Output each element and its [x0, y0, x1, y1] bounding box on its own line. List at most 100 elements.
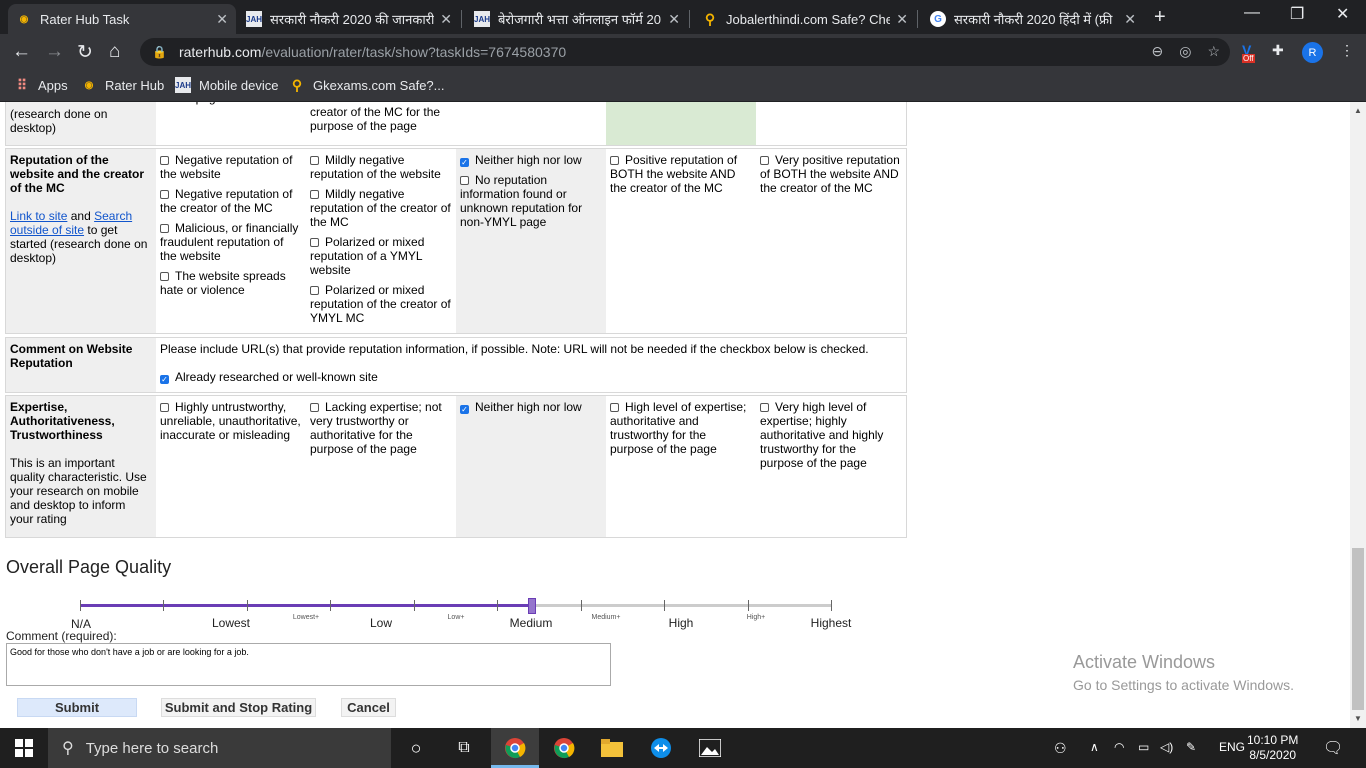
checkbox[interactable]	[310, 190, 319, 199]
cortana-icon[interactable]: ○	[404, 736, 428, 760]
comment-textarea[interactable]: Good for those who don't have a job or a…	[6, 643, 611, 686]
chrome-profile-icon[interactable]	[552, 736, 576, 760]
close-window-button[interactable]: ✕	[1336, 4, 1349, 24]
scroll-down-arrow-icon[interactable]: ▼	[1354, 714, 1362, 723]
menu-kebab-icon[interactable]: ⋮	[1340, 42, 1354, 59]
new-tab-button[interactable]: +	[1154, 6, 1166, 29]
checkbox[interactable]	[310, 238, 319, 247]
file-explorer-icon[interactable]	[600, 736, 624, 760]
reputation-option[interactable]: Mildly negative reputation of the creato…	[310, 187, 452, 229]
reputation-option[interactable]: Negative reputation of the website	[160, 153, 302, 181]
checkbox-checked[interactable]: ✓	[160, 375, 169, 384]
battery-icon[interactable]: ▭	[1138, 740, 1149, 754]
eat-option[interactable]: ✓ Neither high nor low	[460, 400, 602, 414]
eat-option[interactable]: Very high level of expertise; highly aut…	[760, 400, 902, 470]
reputation-option[interactable]: Negative reputation of the creator of th…	[160, 187, 302, 215]
submit-and-stop-button[interactable]: Submit and Stop Rating	[161, 698, 316, 717]
reputation-option[interactable]: No reputation information found or unkno…	[460, 173, 602, 229]
reputation-option[interactable]: Positive reputation of BOTH the website …	[610, 153, 752, 195]
checkbox[interactable]	[160, 224, 169, 233]
already-researched-option[interactable]: ✓ Already researched or well-known site	[160, 370, 902, 384]
checkbox[interactable]	[160, 156, 169, 165]
taskbar-search-box[interactable]: ⚲ Type here to search	[48, 728, 391, 768]
tab-sarkari-naukri[interactable]: JAH सरकारी नौकरी 2020 की जानकारी ✕	[238, 4, 460, 34]
checkbox[interactable]	[160, 403, 169, 412]
bookmark-rater-hub[interactable]: ◉ Rater Hub	[81, 77, 165, 93]
search-icon: ⚲	[62, 740, 74, 757]
checkbox[interactable]	[310, 403, 319, 412]
checkbox[interactable]	[310, 286, 319, 295]
eat-option[interactable]: High level of expertise; authoritative a…	[610, 400, 752, 456]
bookmark-mobile-device[interactable]: JAH Mobile device	[175, 77, 279, 93]
watermark-subtitle: Go to Settings to activate Windows.	[1073, 677, 1294, 693]
bookmark-star-icon[interactable]: ☆	[1207, 43, 1220, 60]
checkbox-checked[interactable]: ✓	[460, 158, 469, 167]
chrome-icon[interactable]	[503, 736, 527, 760]
clock-time: 10:10 PM	[1247, 733, 1299, 747]
checkbox[interactable]	[760, 156, 769, 165]
quality-slider-handle[interactable]	[527, 598, 536, 614]
submit-button[interactable]: Submit	[17, 698, 137, 717]
pen-ink-icon[interactable]: ✎	[1186, 740, 1196, 754]
task-view-icon[interactable]: ⧉	[452, 736, 476, 760]
teamviewer-icon[interactable]	[649, 736, 673, 760]
wifi-icon[interactable]: ◠	[1114, 740, 1124, 754]
reputation-column-mildly-negative: Mildly negative reputation of the websit…	[306, 149, 456, 333]
tab-jobalerthindi[interactable]: ⚲ Jobalerthindi.com Safe? Check ✕	[694, 4, 916, 34]
notifications-icon[interactable]: 🗨	[1323, 738, 1343, 758]
bookmark-apps[interactable]: ⠿ Apps	[14, 77, 68, 93]
tab-google-search[interactable]: G सरकारी नौकरी 2020 हिंदी में (फ्री ✕	[922, 4, 1144, 34]
tab-rater-hub-task[interactable]: ◉ Rater Hub Task ✕	[8, 4, 236, 34]
reputation-option[interactable]: Mildly negative reputation of the websit…	[310, 153, 452, 181]
option-label: Highly untrustworthy, unreliable, unauth…	[160, 400, 301, 442]
reputation-option[interactable]: ✓ Neither high nor low	[460, 153, 602, 167]
address-bar[interactable]: 🔒 raterhub.com/evaluation/rater/task/sho…	[140, 38, 1230, 66]
photos-icon[interactable]	[698, 736, 722, 760]
checkbox[interactable]	[160, 272, 169, 281]
close-icon[interactable]: ✕	[440, 11, 452, 28]
close-icon[interactable]: ✕	[896, 11, 908, 28]
minimize-button[interactable]: —	[1244, 4, 1260, 22]
page-scrollbar[interactable]: ▲ ▼	[1350, 102, 1366, 728]
zoom-icon[interactable]: ⊖	[1151, 43, 1163, 60]
volume-icon[interactable]: ◁)	[1160, 740, 1173, 754]
taskbar-clock[interactable]: 10:10 PM 8/5/2020	[1247, 733, 1298, 763]
reputation-option[interactable]: Polarized or mixed reputation of a YMYL …	[310, 235, 452, 277]
people-icon[interactable]: ⚇	[1054, 740, 1067, 757]
scrollbar-thumb[interactable]	[1352, 548, 1364, 710]
forward-button[interactable]: →	[45, 41, 64, 63]
tracking-icon[interactable]: ◎	[1179, 43, 1191, 60]
checkbox[interactable]	[760, 403, 769, 412]
reputation-option[interactable]: The website spreads hate or violence	[160, 269, 302, 297]
checkbox[interactable]	[310, 156, 319, 165]
bookmark-gkexams[interactable]: ⚲ Gkexams.com Safe?...	[289, 77, 445, 93]
tab-berojgari-bhatta[interactable]: JAH बेरोजगारी भत्ता ऑनलाइन फॉर्म 20 ✕	[466, 4, 688, 34]
language-indicator[interactable]: ENG	[1219, 740, 1245, 754]
restore-button[interactable]: ❐	[1290, 4, 1304, 24]
back-button[interactable]: ←	[12, 41, 31, 63]
eat-option[interactable]: Highly untrustworthy, unreliable, unauth…	[160, 400, 302, 442]
reload-button[interactable]: ↻	[77, 41, 93, 64]
home-button[interactable]: ⌂	[109, 41, 120, 63]
reputation-option[interactable]: Very positive reputation of BOTH the web…	[760, 153, 902, 195]
scroll-up-arrow-icon[interactable]: ▲	[1354, 106, 1362, 115]
checkbox[interactable]	[610, 156, 619, 165]
link-to-site[interactable]: Link to site	[10, 209, 67, 223]
reputation-option[interactable]: Malicious, or financially fraudulent rep…	[160, 221, 302, 263]
close-icon[interactable]: ✕	[216, 11, 228, 28]
eat-option[interactable]: Lacking expertise; not very trustworthy …	[310, 400, 452, 456]
checkbox[interactable]	[460, 176, 469, 185]
extension-v-icon[interactable]: V Off	[1242, 42, 1255, 63]
avatar[interactable]: R	[1302, 42, 1323, 63]
close-icon[interactable]: ✕	[668, 11, 680, 28]
checkbox[interactable]	[160, 190, 169, 199]
close-icon[interactable]: ✕	[1124, 11, 1136, 28]
extensions-puzzle-icon[interactable]: ✚	[1272, 42, 1284, 59]
show-hidden-icons-chevron-icon[interactable]: ∧	[1090, 740, 1099, 754]
checkbox-checked[interactable]: ✓	[460, 405, 469, 414]
windows-start-icon[interactable]	[12, 736, 36, 760]
quality-slider-track[interactable]	[80, 604, 831, 607]
checkbox[interactable]	[610, 403, 619, 412]
reputation-option[interactable]: Polarized or mixed reputation of the cre…	[310, 283, 452, 325]
cancel-button[interactable]: Cancel	[341, 698, 396, 717]
